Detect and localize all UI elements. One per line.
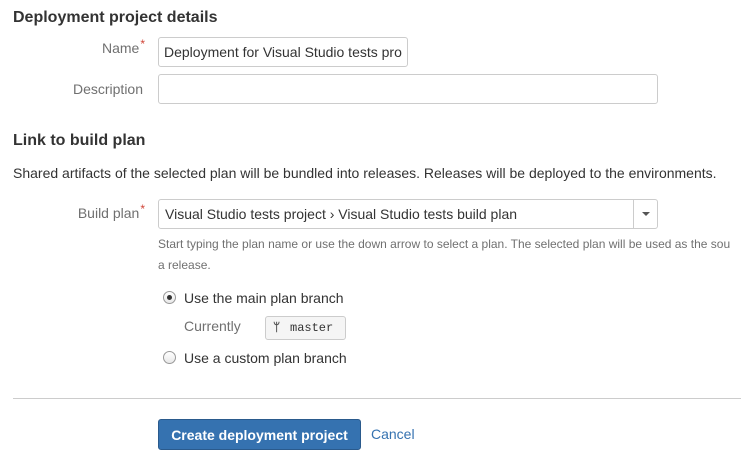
help-line: Start typing the plan name or use the do… — [158, 237, 731, 251]
branch-icon: ᛘ — [273, 321, 281, 335]
build-plan-heading: Link to build plan — [13, 132, 146, 149]
branch-lozenge: ᛘ master — [265, 316, 346, 340]
build-plan-intro: Shared artifacts of the selected plan wi… — [13, 165, 717, 181]
custom-branch-label[interactable]: Use a custom plan branch — [184, 350, 347, 366]
branch-name: master — [290, 321, 334, 335]
custom-branch-radio[interactable] — [163, 351, 176, 364]
build-plan-select[interactable]: Visual Studio tests project › Visual Stu… — [158, 199, 658, 229]
help-line: a release. — [158, 258, 211, 272]
main-branch-label[interactable]: Use the main plan branch — [184, 290, 344, 306]
build-plan-help: Start typing the plan name or use the do… — [158, 234, 741, 276]
description-label: Description — [0, 81, 143, 97]
main-branch-radio[interactable] — [163, 291, 176, 304]
build-plan-label: Build plan* — [0, 202, 145, 221]
cancel-link[interactable]: Cancel — [371, 426, 415, 442]
create-deployment-project-button[interactable]: Create deployment project — [158, 419, 361, 450]
required-marker: * — [140, 202, 145, 216]
name-label: Name* — [0, 37, 145, 56]
divider — [13, 398, 741, 399]
required-marker: * — [140, 37, 145, 51]
name-input[interactable] — [158, 37, 408, 67]
name-label-text: Name — [101, 40, 140, 56]
description-label-text: Description — [72, 81, 143, 97]
currently-label: Currently — [184, 318, 241, 334]
select-dropdown-button[interactable] — [633, 200, 657, 228]
build-plan-label-text: Build plan — [77, 205, 140, 221]
description-input[interactable] — [158, 74, 658, 104]
build-plan-select-value: Visual Studio tests project › Visual Stu… — [165, 206, 518, 222]
chevron-down-icon — [642, 212, 650, 216]
details-heading: Deployment project details — [13, 9, 218, 26]
